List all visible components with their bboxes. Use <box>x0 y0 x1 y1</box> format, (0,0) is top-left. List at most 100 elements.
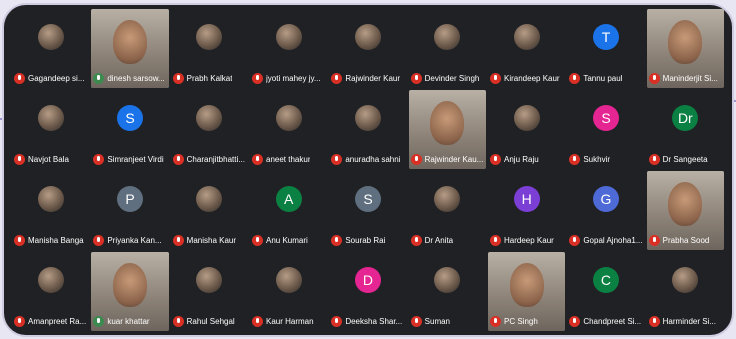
mic-off-icon <box>172 235 184 246</box>
avatar: Dr <box>672 105 699 132</box>
participant-tile[interactable]: Dr Anita <box>408 171 486 250</box>
mic-off-icon <box>252 154 263 165</box>
participant-tile[interactable]: aneet thakur <box>250 90 328 169</box>
participant-name: Navjot Bala <box>28 155 69 164</box>
avatar <box>434 186 461 213</box>
participant-namebar: Priyanka Kan... <box>93 235 166 246</box>
mic-off-icon <box>331 73 343 84</box>
participant-tile[interactable]: S Sukhvir <box>567 90 645 169</box>
participant-tile[interactable]: Charanjitbhatti... <box>170 90 248 169</box>
avatar <box>37 186 64 213</box>
participant-name: Gopal Ajnoha1... <box>583 236 643 245</box>
participant-namebar: anuradha sahni <box>331 154 404 165</box>
mic-off-icon <box>14 316 25 327</box>
participant-tile[interactable]: S Sourab Rai <box>329 171 407 250</box>
avatar <box>196 24 223 51</box>
avatar <box>37 105 64 132</box>
participant-namebar: Rahul Sehgal <box>172 316 246 327</box>
participant-tile[interactable]: Rahul Sehgal <box>170 252 248 331</box>
participant-namebar: Devinder Singh <box>410 73 484 84</box>
mic-off-icon <box>569 154 581 165</box>
participant-name: Harminder Si... <box>662 317 717 326</box>
participant-name: Prabh Kalkat <box>186 74 233 83</box>
participant-tile[interactable]: P Priyanka Kan... <box>91 171 169 250</box>
avatar: G <box>592 186 619 213</box>
participant-namebar: Gagandeep si... <box>14 73 87 84</box>
participant-namebar: Simranjeet Virdi <box>93 154 166 165</box>
mic-off-icon <box>410 73 422 84</box>
participant-tile[interactable]: C Chandpreet Si... <box>567 252 645 331</box>
participant-tile[interactable]: Amanpreet Ra... <box>12 252 90 331</box>
participant-tile[interactable]: Rajwinder Kaur <box>329 9 407 88</box>
avatar: A <box>275 186 302 213</box>
participant-video-face <box>112 20 147 65</box>
avatar <box>196 186 223 213</box>
participant-tile[interactable]: Prabh Kalkat <box>170 9 248 88</box>
participant-tile[interactable]: S Simranjeet Virdi <box>91 90 169 169</box>
participant-tile[interactable]: A Anu Kumari <box>250 171 328 250</box>
mic-off-icon <box>252 316 263 327</box>
participant-name: kuar khattar <box>107 317 150 326</box>
mic-off-icon <box>490 235 501 246</box>
participant-namebar: Deeksha Shar... <box>331 316 404 327</box>
avatar <box>434 267 461 294</box>
participant-tile[interactable]: Rajwinder Kau... <box>408 90 486 169</box>
participant-name: Hardeep Kaur <box>504 236 554 245</box>
mic-off-icon <box>569 73 581 84</box>
participant-name: Devinder Singh <box>424 74 480 83</box>
participant-name: Chandpreet Si... <box>583 317 642 326</box>
participant-tile[interactable]: jyoti mahey jy... <box>250 9 328 88</box>
participant-namebar: Kirandeep Kaur <box>490 73 563 84</box>
participant-namebar: Sukhvir <box>569 154 642 165</box>
participant-tile[interactable]: kuar khattar <box>91 252 169 331</box>
participant-tile[interactable]: D Deeksha Shar... <box>329 252 407 331</box>
mic-on-icon <box>93 73 105 84</box>
participant-namebar: Manisha Kaur <box>172 235 246 246</box>
participant-tile[interactable]: Manisha Kaur <box>170 171 248 250</box>
participant-name: PC Singh <box>504 317 538 326</box>
participant-tile[interactable]: anuradha sahni <box>329 90 407 169</box>
participant-namebar: PC Singh <box>490 316 563 327</box>
mic-off-icon <box>569 235 581 246</box>
participant-namebar: Hardeep Kaur <box>490 235 563 246</box>
participant-tile[interactable]: Prabha Sood <box>646 171 724 250</box>
participant-tile[interactable]: Harminder Si... <box>646 252 724 331</box>
mic-off-icon <box>648 235 660 246</box>
mic-off-icon <box>14 154 25 165</box>
participant-name: Amanpreet Ra... <box>28 317 87 326</box>
participant-tile[interactable]: Gagandeep si... <box>12 9 90 88</box>
participant-tile[interactable]: Navjot Bala <box>12 90 90 169</box>
participant-tile[interactable]: Manisha Banga <box>12 171 90 250</box>
participant-tile[interactable]: Maninderjit Si... <box>646 9 724 88</box>
participant-tile[interactable]: PC Singh <box>488 252 566 331</box>
mic-off-icon <box>569 316 581 327</box>
participant-video-face <box>430 101 465 146</box>
mic-off-icon <box>93 235 105 246</box>
participant-tile[interactable]: Kirandeep Kaur <box>488 9 566 88</box>
avatar: S <box>592 105 619 132</box>
participant-name: Kaur Harman <box>266 317 314 326</box>
avatar <box>672 267 699 294</box>
avatar: P <box>116 186 143 213</box>
participant-tile[interactable]: T Tannu paul <box>567 9 645 88</box>
participant-tile[interactable]: Suman <box>408 252 486 331</box>
participant-tile[interactable]: H Hardeep Kaur <box>488 171 566 250</box>
participant-tile[interactable]: Dr Dr Sangeeta <box>646 90 724 169</box>
participant-name: Kirandeep Kaur <box>504 74 560 83</box>
participant-name: Manisha Banga <box>28 236 84 245</box>
participant-tile[interactable]: Kaur Harman <box>250 252 328 331</box>
participant-namebar: Anju Raju <box>490 154 563 165</box>
participant-name: Suman <box>424 317 451 326</box>
participant-tile[interactable]: Anju Raju <box>488 90 566 169</box>
avatar <box>354 105 381 132</box>
participant-name: Anu Kumari <box>266 236 308 245</box>
participant-name: anuradha sahni <box>345 155 401 164</box>
participant-namebar: Amanpreet Ra... <box>14 316 87 327</box>
participant-tile[interactable]: Devinder Singh <box>408 9 486 88</box>
participant-tile[interactable]: dinesh sarsow... <box>91 9 169 88</box>
participant-namebar: dinesh sarsow... <box>93 73 166 84</box>
participant-namebar: Harminder Si... <box>648 316 722 327</box>
participant-namebar: Rajwinder Kau... <box>410 154 484 165</box>
participant-tile[interactable]: G Gopal Ajnoha1... <box>567 171 645 250</box>
participant-namebar: Charanjitbhatti... <box>172 154 246 165</box>
